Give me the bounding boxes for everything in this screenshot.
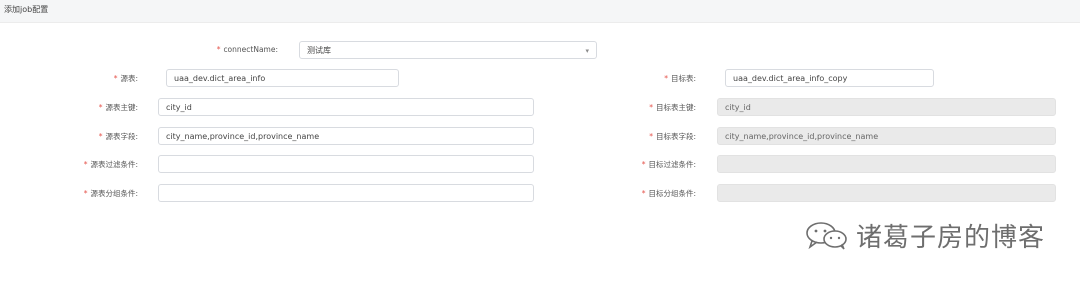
source-filter-label: * 源表过滤条件:: [83, 160, 138, 169]
target-table-input[interactable]: uaa_dev.dict_area_info_copy: [725, 69, 934, 87]
target-pk-input: city_id: [717, 98, 1056, 116]
source-fields-label: * 源表字段:: [98, 132, 138, 141]
source-table-input[interactable]: uaa_dev.dict_area_info: [166, 69, 399, 87]
connect-name-label: * connectName:: [216, 45, 278, 54]
source-group-label: * 源表分组条件:: [83, 189, 138, 198]
source-fields-input[interactable]: city_name,province_id,province_name: [158, 127, 534, 145]
connect-name-select[interactable]: 测试库 ▾: [299, 41, 597, 59]
watermark: 诸葛子房的博客: [804, 218, 1046, 253]
source-table-label: * 源表:: [113, 74, 138, 83]
target-filter-label: * 目标过滤条件:: [641, 160, 696, 169]
required-mark: *: [216, 45, 221, 54]
watermark-text: 诸葛子房的博客: [856, 222, 1046, 253]
chevron-down-icon[interactable]: ▾: [585, 42, 589, 58]
target-pk-label: * 目标表主键:: [649, 103, 696, 112]
target-group-input: [717, 184, 1056, 202]
page-header: 添加job配置: [0, 0, 1080, 23]
source-pk-label: * 源表主键:: [98, 103, 138, 112]
target-group-label: * 目标分组条件:: [641, 189, 696, 198]
connect-name-value: 测试库: [307, 46, 331, 55]
source-filter-input[interactable]: [158, 155, 534, 173]
target-fields-label: * 目标表字段:: [649, 132, 696, 141]
target-filter-input: [717, 155, 1056, 173]
target-table-label: * 目标表:: [664, 74, 696, 83]
source-group-input[interactable]: [158, 184, 534, 202]
wechat-icon: [806, 222, 847, 250]
source-pk-input[interactable]: city_id: [158, 98, 534, 116]
target-fields-input: city_name,province_id,province_name: [717, 127, 1056, 145]
page-title: 添加job配置: [4, 5, 49, 14]
